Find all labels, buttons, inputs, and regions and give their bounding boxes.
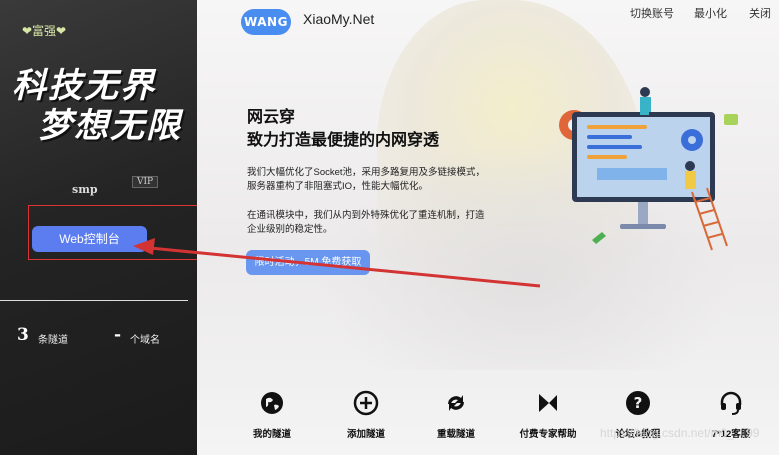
question-icon: ?: [626, 391, 650, 415]
brand-badge: ❤富强❤: [22, 24, 67, 38]
tunnel-count-label: 条隧道: [38, 335, 68, 346]
plus-circle-icon: [353, 390, 379, 416]
hero-title-line-1: 网云穿: [247, 109, 296, 126]
web-console-button[interactable]: Web控制台: [32, 226, 147, 252]
slogan-line-2: 梦想无限: [38, 106, 182, 146]
developer-illustration: [559, 87, 738, 251]
hero-desc-1-line-2: 服务器重构了非阻塞式IO，性能大幅优化。: [247, 181, 429, 192]
feature-label: 重载隧道: [436, 429, 475, 440]
tunnel-count: 3: [17, 325, 29, 345]
domain-count: -: [114, 325, 122, 345]
hero-title-line-2: 致力打造最便捷的内网穿透: [247, 132, 440, 149]
hero-desc-2-line-1: 在通讯模块中，我们从内到外特殊优化了重连机制，打造: [247, 210, 485, 221]
feature-label: 添加隧道: [346, 429, 385, 440]
domain-count-label: 个域名: [130, 335, 160, 346]
main-panel: WANG XiaoMy.Net 切换账号 最小化 关闭 网云穿 致力打造最便捷的…: [197, 0, 779, 455]
feature-my-tunnels[interactable]: 我的隧道: [237, 390, 307, 440]
close-button[interactable]: 关闭: [749, 5, 771, 21]
minimize-button[interactable]: 最小化: [694, 5, 727, 21]
sidebar: ❤富强❤ 科技无界 梦想无限 smp VIP Web控制台 3 条隧道 - 个域…: [0, 0, 207, 455]
feature-label: 付费专家帮助: [519, 429, 577, 440]
globe-icon: [261, 392, 283, 414]
svg-text:?: ?: [634, 394, 643, 412]
expert-icon: [539, 394, 557, 412]
feature-expert-help[interactable]: 付费专家帮助: [513, 390, 583, 440]
reload-icon: [448, 395, 464, 411]
person-ladder: [685, 161, 696, 189]
feature-add-tunnel[interactable]: 添加隧道: [331, 390, 401, 440]
promo-button[interactable]: 限时活动，5M 免费获取: [246, 250, 370, 275]
vip-badge: VIP: [132, 176, 159, 188]
hero-description-2: 在通讯模块中，我们从内到外特殊优化了重连机制，打造 企业级别的稳定性。: [247, 209, 507, 237]
site-name: XiaoMy.Net: [303, 11, 375, 27]
sidebar-divider: [0, 300, 188, 301]
person-top: [640, 87, 661, 116]
hero-desc-2-line-2: 企业级别的稳定性。: [247, 224, 333, 235]
feature-reload-tunnel[interactable]: 重载隧道: [421, 390, 491, 440]
watermark: https://blog.csdn.net/m0_…99: [600, 426, 760, 440]
hero-title: 网云穿 致力打造最便捷的内网穿透: [247, 106, 439, 152]
feature-label: 我的隧道: [252, 429, 291, 440]
username: smp: [72, 183, 98, 196]
hero-desc-1-line-1: 我们大幅优化了Socket池，采用多路复用及多链接模式，: [247, 167, 486, 178]
switch-account-button[interactable]: 切换账号: [630, 5, 674, 21]
hero-description-1: 我们大幅优化了Socket池，采用多路复用及多链接模式， 服务器重构了非阻塞式I…: [247, 166, 507, 194]
app-logo: WANG: [241, 9, 291, 35]
headset-icon: [720, 391, 742, 415]
